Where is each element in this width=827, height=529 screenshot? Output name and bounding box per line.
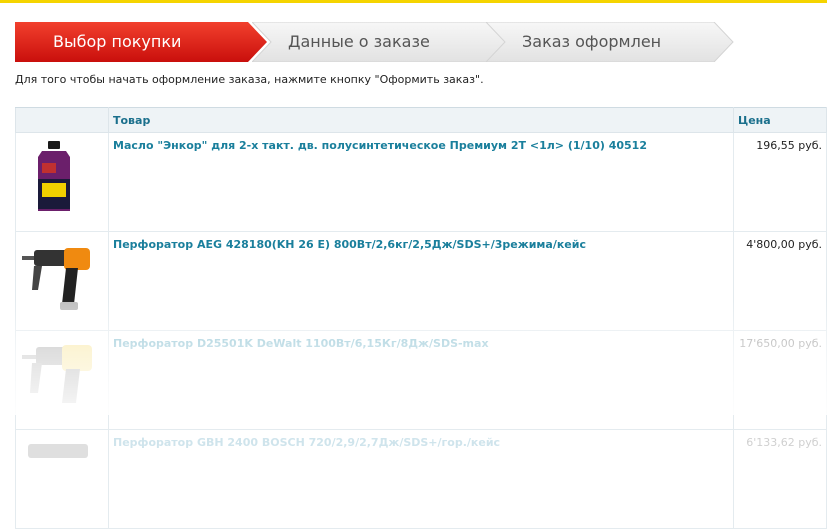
price-column-header: Цена (733, 107, 827, 133)
step-order-details[interactable]: Данные о заказе (252, 22, 514, 62)
product-image-cell[interactable] (15, 231, 109, 331)
product-column-header: Товар (108, 107, 734, 133)
image-column-header (15, 107, 109, 133)
product-name-link[interactable]: Перфоратор GBH 2400 BOSCH 720/2,9/2,7Дж/… (108, 429, 734, 529)
step-label: Выбор покупки (53, 32, 182, 51)
table-row: Перфоратор AEG 428180(KH 26 E) 800Вт/2,6… (15, 231, 827, 331)
step-order-complete[interactable]: Заказ оформлен (486, 22, 738, 62)
rotary-hammer-icon (22, 345, 92, 403)
table-header-row: Товар Цена (15, 107, 827, 133)
cart-table: Товар Цена Масло "Энкор" для 2-х такт. д… (15, 107, 827, 529)
checkout-steps: Выбор покупки Данные о заказе Заказ офор… (15, 22, 815, 62)
product-image-cell[interactable] (15, 429, 109, 529)
rotary-hammer-icon (22, 248, 90, 310)
product-name-link[interactable]: Перфоратор AEG 428180(KH 26 E) 800Вт/2,6… (108, 231, 734, 331)
product-price: 4'800,00 руб. (733, 231, 827, 331)
step-label: Данные о заказе (288, 32, 430, 51)
step-label: Заказ оформлен (522, 32, 662, 51)
product-price: 196,55 руб. (733, 132, 827, 232)
step-choose-purchase[interactable]: Выбор покупки (15, 22, 270, 62)
product-name-link[interactable]: Масло "Энкор" для 2-х такт. дв. полусинт… (108, 132, 734, 232)
product-image-cell[interactable] (15, 132, 109, 232)
rotary-hammer-icon (28, 444, 88, 458)
table-row: Перфоратор GBH 2400 BOSCH 720/2,9/2,7Дж/… (15, 429, 827, 529)
table-row: Масло "Энкор" для 2-х такт. дв. полусинт… (15, 132, 827, 232)
checkout-instruction: Для того чтобы начать оформление заказа,… (15, 73, 484, 86)
oil-bottle-icon (38, 141, 70, 211)
top-accent-line (0, 0, 827, 3)
product-price: 6'133,62 руб. (733, 429, 827, 529)
